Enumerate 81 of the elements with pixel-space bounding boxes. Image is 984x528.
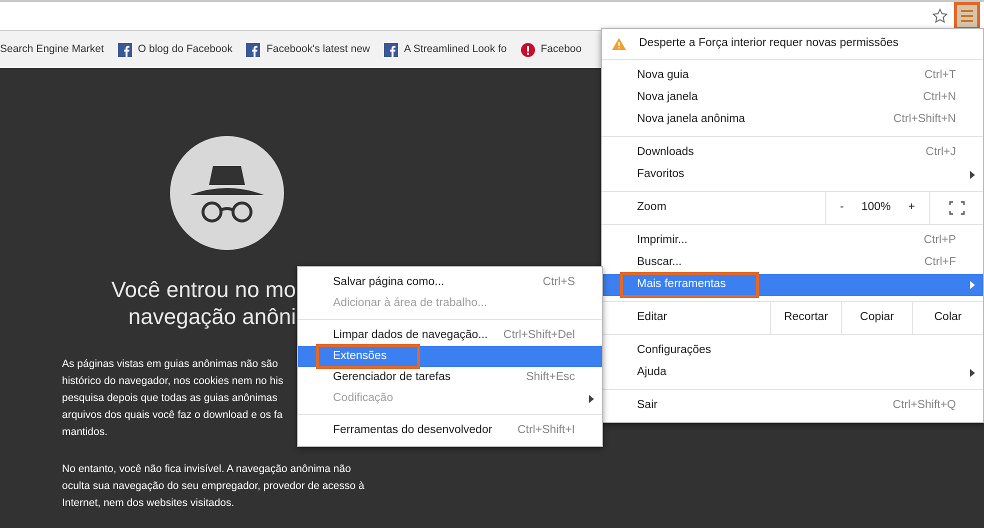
menu-item[interactable]: Nova guia Ctrl+T (602, 65, 983, 87)
menu-item-label: Sair (637, 398, 658, 414)
bookmark-link[interactable]: Facebook's latest new (266, 42, 370, 58)
heading-line: Você entrou no mo (111, 276, 296, 303)
menu-item-label: Nova janela anônima (637, 112, 746, 128)
submenu-arrow-icon (589, 394, 594, 402)
menu-item-label: Extensões (316, 344, 420, 370)
paragraph-line: arquivos dos quais você faz o download e os fa (62, 408, 283, 423)
zoom-out-button[interactable]: - (838, 199, 846, 217)
bookmark-link[interactable]: Faceboo (540, 42, 582, 58)
star-icon[interactable] (932, 8, 948, 24)
submenu-arrow-icon (970, 281, 975, 289)
shortcut-text: Ctrl+N (923, 90, 956, 106)
menu-item-label: Codificação (333, 390, 394, 406)
menu-item[interactable]: Ferramentas do desenvolvedor Ctrl+Shift+I (298, 420, 602, 441)
paragraph-line: Internet, nem dos websites visitados. (62, 496, 234, 511)
bookmark-link[interactable]: Search Engine Market (0, 42, 104, 58)
menu-button[interactable] (954, 2, 980, 30)
shortcut-text: Ctrl+Shift+Del (503, 328, 575, 343)
menu-item-label: Ferramentas do desenvolvedor (333, 422, 492, 438)
menu-item-label: Limpar dados de navegação... (333, 328, 488, 343)
menu-item[interactable]: Buscar... Ctrl+F (602, 252, 983, 274)
menu-item-label: Salvar página como... (333, 274, 444, 290)
menu-item-label: Mais ferramentas (620, 272, 759, 298)
shortcut-text: Ctrl+T (924, 68, 956, 84)
facebook-icon (246, 42, 260, 56)
bookmark-link[interactable]: A Streamlined Look fo (404, 42, 507, 58)
menu-item[interactable]: Nova janela anônima Ctrl+Shift+N (602, 109, 983, 131)
shortcut-text: Ctrl+F (924, 255, 956, 270)
shortcut-text: Ctrl+P (924, 233, 956, 248)
menu-item[interactable]: Downloads Ctrl+J (602, 142, 983, 164)
fullscreen-icon[interactable] (948, 201, 964, 215)
menu-item[interactable]: Mais ferramentas (602, 274, 983, 296)
shortcut-text: Ctrl+Shift+I (517, 422, 575, 438)
menu-item-label: Downloads (637, 145, 694, 160)
submenu-arrow-icon (970, 369, 975, 377)
edit-action-button[interactable]: Recortar (770, 302, 841, 334)
paragraph-line: oculta sua navegação do seu empregador, provedor de acesso à (62, 479, 364, 494)
menu-item[interactable]: Imprimir... Ctrl+P (602, 230, 983, 252)
menu-item-label: Zoom (636, 200, 668, 216)
paragraph-line: mantidos. (62, 425, 108, 440)
menu-item-label: Adicionar à área de trabalho... (333, 296, 488, 311)
menu-item-label: Configurações (637, 343, 712, 358)
menu-item[interactable]: Limpar dados de navegação... Ctrl+Shift+Del (298, 325, 602, 346)
menu-item[interactable]: Ajuda (602, 362, 983, 384)
menu-item[interactable]: Configurações (602, 340, 983, 362)
menu-item[interactable]: Gerenciador de tarefas Shift+Esc (298, 367, 602, 388)
edit-action-button[interactable]: Copiar (841, 302, 912, 334)
menu-item-label: Gerenciador de tarefas (333, 370, 451, 385)
paragraph-line: pesquisa depois que todas as guias anônimas (62, 391, 278, 406)
zoom-value: 100% (861, 200, 891, 216)
menu-item[interactable]: Desperte a Força interior requer novas permissões (639, 35, 899, 53)
facebook-icon (118, 42, 132, 56)
menu-item-label: Nova janela (637, 90, 698, 106)
menu-item-label: Nova guia (637, 68, 689, 84)
alert-icon (520, 42, 535, 56)
submenu-arrow-icon (970, 171, 975, 179)
paragraph-line: histórico do navegador, nos cookies nem no his (62, 374, 284, 389)
menu-item[interactable]: Sair Ctrl+Shift+Q (602, 395, 983, 417)
shortcut-text: Ctrl+Shift+N (893, 112, 956, 128)
bookmark-link[interactable]: O blog do Facebook (138, 42, 232, 58)
heading-line: navegação anôni (128, 303, 296, 330)
menu-item-label: Imprimir... (637, 233, 688, 248)
shortcut-text: Ctrl+J (926, 145, 956, 160)
warning-icon (612, 38, 626, 50)
menu-item-label: Ajuda (637, 365, 666, 380)
paragraph-line: As páginas vistas em guias anônimas não são (62, 357, 278, 372)
menu-item-label: Buscar... (637, 255, 682, 270)
menu-item[interactable]: Favoritos (602, 164, 983, 186)
menu-item-label: Editar (636, 310, 668, 326)
menu-item[interactable]: Salvar página como... Ctrl+S (298, 272, 602, 293)
facebook-icon (384, 42, 398, 56)
shortcut-text: Shift+Esc (526, 370, 575, 385)
shortcut-text: Ctrl+S (542, 274, 575, 290)
edit-action-button[interactable]: Colar (912, 302, 983, 334)
zoom-in-button[interactable]: + (906, 199, 917, 217)
menu-item[interactable]: Nova janela Ctrl+N (602, 87, 983, 109)
menu-item[interactable]: Extensões (298, 346, 602, 367)
paragraph-line: No entanto, você não fica invisível. A navegação anônima não (62, 462, 351, 477)
menu-item-label: Favoritos (637, 167, 684, 182)
shortcut-text: Ctrl+Shift+Q (892, 398, 956, 414)
